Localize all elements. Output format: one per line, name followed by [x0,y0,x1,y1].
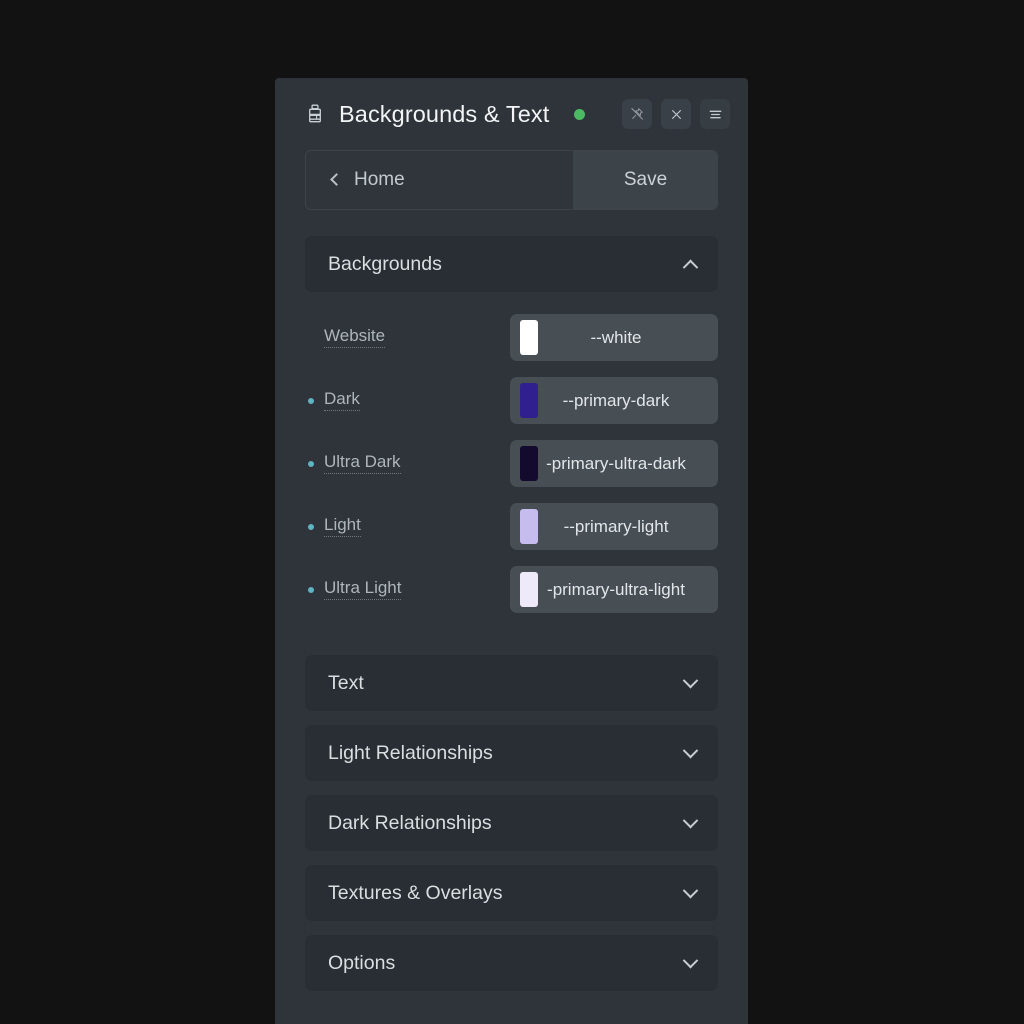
row-label: Dark [324,389,360,412]
row-label-group: Website [305,326,510,349]
color-token-button[interactable]: --primary-dark [510,377,718,424]
section-header-dark-relationships[interactable]: Dark Relationships [305,795,718,851]
collapsed-section-list: Text Light Relationships Dark Relationsh… [305,621,718,991]
close-icon [671,109,681,119]
section-title-backgrounds: Backgrounds [328,252,442,275]
chevron-down-icon [682,952,699,968]
chevron-left-icon [330,173,343,186]
backgrounds-row-list: Website --white Dark --primary-dark Ultr… [305,292,718,621]
color-token-label: --primary-light [563,516,669,536]
row-label-group: Light [305,515,510,538]
unpin-button[interactable] [622,99,652,129]
chevron-up-icon [682,259,699,275]
color-swatch [520,509,538,544]
row-label-group: Ultra Light [305,578,510,601]
color-token-button[interactable]: -primary-ultra-light [510,566,718,613]
page-title: Backgrounds & Text [339,100,550,127]
table-row: Website --white [305,306,718,369]
section-title-text: Text [328,671,364,694]
color-token-button[interactable]: -primary-ultra-dark [510,440,718,487]
table-row: Light --primary-light [305,495,718,558]
row-label: Ultra Light [324,578,402,601]
color-token-label: --white [590,327,642,347]
section-title-textures-overlays: Textures & Overlays [328,881,503,904]
color-swatch [520,446,538,481]
chevron-down-icon [682,672,699,688]
row-label: Ultra Dark [324,452,401,475]
color-token-button[interactable]: --primary-light [510,503,718,550]
color-token-label: -primary-ultra-dark [546,453,686,473]
table-row: Ultra Light -primary-ultra-light [305,558,718,621]
section-title-dark-relationships: Dark Relationships [328,811,492,834]
section-title-options: Options [328,951,396,974]
section-header-textures-overlays[interactable]: Textures & Overlays [305,865,718,921]
menu-icon [709,110,721,118]
backgrounds-and-text-panel: Backgrounds & Text Home Save Backgrounds… [275,78,748,1024]
row-label-group: Dark [305,389,510,412]
paint-brush-icon [309,104,321,123]
row-bullet-icon [308,586,314,593]
nav-row: Home Save [305,150,718,210]
row-bullet-icon [308,335,314,341]
home-button[interactable]: Home [306,151,574,209]
row-bullet-icon [308,397,314,404]
chevron-down-icon [682,742,699,758]
color-swatch [520,572,538,607]
color-swatch [520,320,538,355]
unpin-icon [631,108,643,120]
section-header-text[interactable]: Text [305,655,718,711]
color-token-label: -primary-ultra-light [547,579,685,599]
status-indicator-dot [574,108,586,120]
chevron-down-icon [682,812,699,828]
row-bullet-icon [308,460,314,467]
close-button[interactable] [661,99,691,129]
panel-content: Backgrounds Website --white Dark --prima… [275,210,748,991]
home-button-label: Home [354,169,405,190]
section-header-options[interactable]: Options [305,935,718,991]
section-header-backgrounds[interactable]: Backgrounds [305,236,718,292]
chevron-down-icon [682,882,699,898]
save-button[interactable]: Save [574,151,717,209]
save-button-label: Save [623,169,668,190]
menu-button[interactable] [700,99,730,129]
row-label: Light [324,515,361,538]
table-row: Dark --primary-dark [305,369,718,432]
row-label: Website [324,326,386,349]
color-token-button[interactable]: --white [510,314,718,361]
row-bullet-icon [308,523,314,530]
app-root: Backgrounds & Text Home Save Backgrounds… [0,0,1024,1024]
row-label-group: Ultra Dark [305,452,510,475]
color-token-label: --primary-dark [562,390,670,410]
color-swatch [520,383,538,418]
section-header-light-relationships[interactable]: Light Relationships [305,725,718,781]
section-title-light-relationships: Light Relationships [328,741,493,764]
table-row: Ultra Dark -primary-ultra-dark [305,432,718,495]
panel-titlebar: Backgrounds & Text [275,78,748,150]
